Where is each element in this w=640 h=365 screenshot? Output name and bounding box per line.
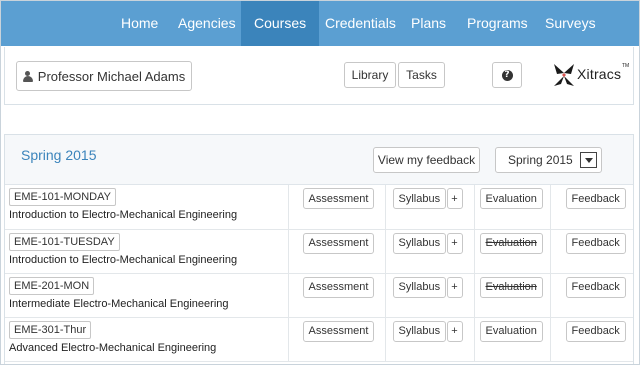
course-code[interactable]: EME-301-Thur — [9, 320, 92, 339]
table-row: EME-301-Thur Advanced Electro-Mechanical… — [5, 317, 633, 362]
assessment-button[interactable]: Assessment — [302, 188, 375, 209]
course-name: Intermediate Electro-Mechanical Engineer… — [9, 297, 229, 310]
syllabus-button[interactable]: Syllabus — [392, 188, 447, 209]
evaluation-button[interactable]: Evaluation — [479, 188, 543, 209]
library-button[interactable]: Library — [344, 62, 396, 88]
logo-trademark: TM — [622, 63, 630, 69]
course-name: Advanced Electro-Mechanical Engineering — [9, 341, 217, 354]
nav-home[interactable]: Home — [108, 1, 171, 46]
header-bar: Professor Michael Adams Library Tasks ? … — [4, 47, 634, 105]
xitracs-star-icon — [554, 64, 574, 86]
add-syllabus-button[interactable]: + — [446, 232, 463, 254]
panel-header: Spring 2015 View my feedback Spring 2015 — [5, 135, 633, 185]
table-row: EME-101-MONDAY Introduction to Electro-M… — [5, 185, 633, 230]
view-feedback-button[interactable]: View my feedback — [373, 147, 480, 173]
assessment-button[interactable]: Assessment — [302, 232, 375, 254]
user-name: Professor Michael Adams — [37, 68, 186, 84]
add-syllabus-button[interactable]: + — [446, 276, 463, 298]
user-menu-button[interactable]: Professor Michael Adams — [16, 61, 192, 91]
top-nav: Home Agencies Courses Credentials Plans … — [1, 1, 639, 46]
evaluation-button[interactable]: Evaluation — [479, 320, 543, 342]
evaluation-button-disabled[interactable]: Evaluation — [479, 276, 543, 298]
assessment-button[interactable]: Assessment — [302, 276, 375, 298]
course-cell: EME-101-MONDAY Introduction to Electro-M… — [5, 185, 289, 230]
syllabus-button[interactable]: Syllabus — [392, 232, 447, 254]
course-cell: EME-301-Thur Advanced Electro-Mechanical… — [5, 317, 289, 362]
table-row: EME-201-MON Intermediate Electro-Mechani… — [5, 273, 633, 318]
courses-table: EME-101-MONDAY Introduction to Electro-M… — [5, 185, 633, 362]
add-syllabus-button[interactable]: + — [446, 320, 463, 342]
term-select[interactable]: Spring 2015 — [495, 147, 602, 173]
course-name: Introduction to Electro-Mechanical Engin… — [9, 253, 238, 266]
assessment-button[interactable]: Assessment — [302, 320, 375, 342]
course-name: Introduction to Electro-Mechanical Engin… — [9, 209, 238, 221]
feedback-button[interactable]: Feedback — [565, 320, 626, 342]
table-row: EME-101-TUESDAY Introduction to Electro-… — [5, 229, 633, 274]
evaluation-button-disabled[interactable]: Evaluation — [479, 232, 543, 254]
term-title: Spring 2015 — [21, 147, 97, 163]
syllabus-button[interactable]: Syllabus — [392, 276, 447, 298]
course-code[interactable]: EME-201-MON — [9, 276, 95, 295]
nav-credentials[interactable]: Credentials — [312, 1, 409, 46]
nav-surveys[interactable]: Surveys — [532, 1, 609, 46]
logo-text: Xitracs — [577, 66, 622, 82]
course-cell: EME-201-MON Intermediate Electro-Mechani… — [5, 273, 289, 318]
syllabus-button[interactable]: Syllabus — [392, 320, 447, 342]
course-code[interactable]: EME-101-MONDAY — [9, 188, 116, 206]
add-syllabus-button[interactable]: + — [446, 188, 463, 209]
feedback-button[interactable]: Feedback — [565, 276, 626, 298]
feedback-button[interactable]: Feedback — [565, 188, 626, 209]
feedback-button[interactable]: Feedback — [565, 232, 626, 254]
nav-programs[interactable]: Programs — [454, 1, 541, 46]
tasks-button[interactable]: Tasks — [398, 62, 445, 88]
chevron-down-icon — [580, 152, 597, 168]
nav-plans[interactable]: Plans — [398, 1, 459, 46]
question-circle-icon: ? — [501, 69, 513, 81]
user-icon — [22, 70, 33, 82]
nav-courses[interactable]: Courses — [241, 1, 320, 46]
help-button[interactable]: ? — [492, 62, 522, 88]
course-cell: EME-101-TUESDAY Introduction to Electro-… — [5, 229, 289, 274]
course-code[interactable]: EME-101-TUESDAY — [9, 232, 120, 251]
app-window: Home Agencies Courses Credentials Plans … — [0, 0, 640, 365]
xitracs-logo: Xitracs TM — [552, 60, 632, 90]
courses-panel: Spring 2015 View my feedback Spring 2015… — [4, 134, 634, 364]
term-select-value: Spring 2015 — [508, 153, 573, 167]
nav-agencies[interactable]: Agencies — [165, 1, 249, 46]
